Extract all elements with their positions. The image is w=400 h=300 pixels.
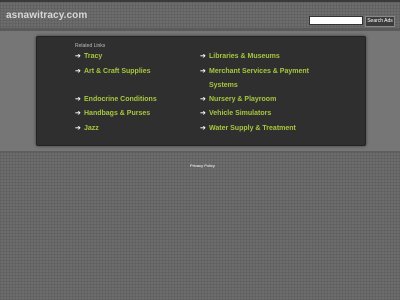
arrow-right-icon: ➔	[75, 96, 81, 103]
privacy-policy-link[interactable]: Privacy Policy	[190, 163, 215, 168]
related-link-vehicle-simulators[interactable]: ➔ Vehicle Simulators	[200, 109, 271, 118]
related-link-label: Water Supply & Treatment	[209, 125, 296, 132]
arrow-right-icon: ➔	[200, 125, 206, 132]
arrow-right-icon: ➔	[75, 68, 81, 75]
related-link-label: Vehicle Simulators	[209, 110, 272, 117]
arrow-right-icon: ➔	[200, 68, 206, 75]
related-link-label: Nursery & Playroom	[209, 96, 277, 103]
arrow-right-icon: ➔	[75, 53, 81, 60]
related-link-label-continued: Systems	[209, 82, 238, 89]
related-link-handbags-purses[interactable]: ➔ Handbags & Purses	[75, 109, 150, 118]
related-link-label: Endocrine Conditions	[84, 96, 157, 103]
related-link-label: Libraries & Museums	[209, 53, 280, 60]
search-button[interactable]: Search Ads	[365, 16, 395, 27]
related-links-heading: Related Links	[75, 43, 106, 49]
related-link-water-supply-treatment[interactable]: ➔ Water Supply & Treatment	[200, 124, 296, 133]
related-link-nursery-playroom[interactable]: ➔ Nursery & Playroom	[200, 95, 276, 104]
related-link-tracy[interactable]: ➔ Tracy	[75, 52, 102, 61]
arrow-right-icon: ➔	[75, 125, 81, 132]
related-link-art-craft-supplies[interactable]: ➔ Art & Craft Supplies	[75, 67, 151, 76]
related-link-jazz[interactable]: ➔ Jazz	[75, 124, 99, 133]
related-link-label: Jazz	[84, 125, 99, 132]
arrow-right-icon: ➔	[200, 110, 206, 117]
related-link-label: Tracy	[84, 53, 103, 60]
search-input[interactable]	[309, 16, 363, 25]
arrow-right-icon: ➔	[75, 110, 81, 117]
related-link-merchant-services[interactable]: ➔ Merchant Services & Payment Systems	[200, 67, 309, 90]
header: asnawitracy.com Search Ads	[0, 2, 400, 28]
related-link-label: Handbags & Purses	[84, 110, 151, 117]
related-link-libraries-museums[interactable]: ➔ Libraries & Museums	[200, 52, 280, 61]
related-link-endocrine-conditions[interactable]: ➔ Endocrine Conditions	[75, 95, 157, 104]
related-link-label: Merchant Services & Payment	[209, 68, 309, 75]
related-link-label: Art & Craft Supplies	[84, 68, 151, 75]
arrow-right-icon: ➔	[200, 96, 206, 103]
arrow-right-icon: ➔	[200, 53, 206, 60]
site-title[interactable]: asnawitracy.com	[6, 10, 87, 21]
